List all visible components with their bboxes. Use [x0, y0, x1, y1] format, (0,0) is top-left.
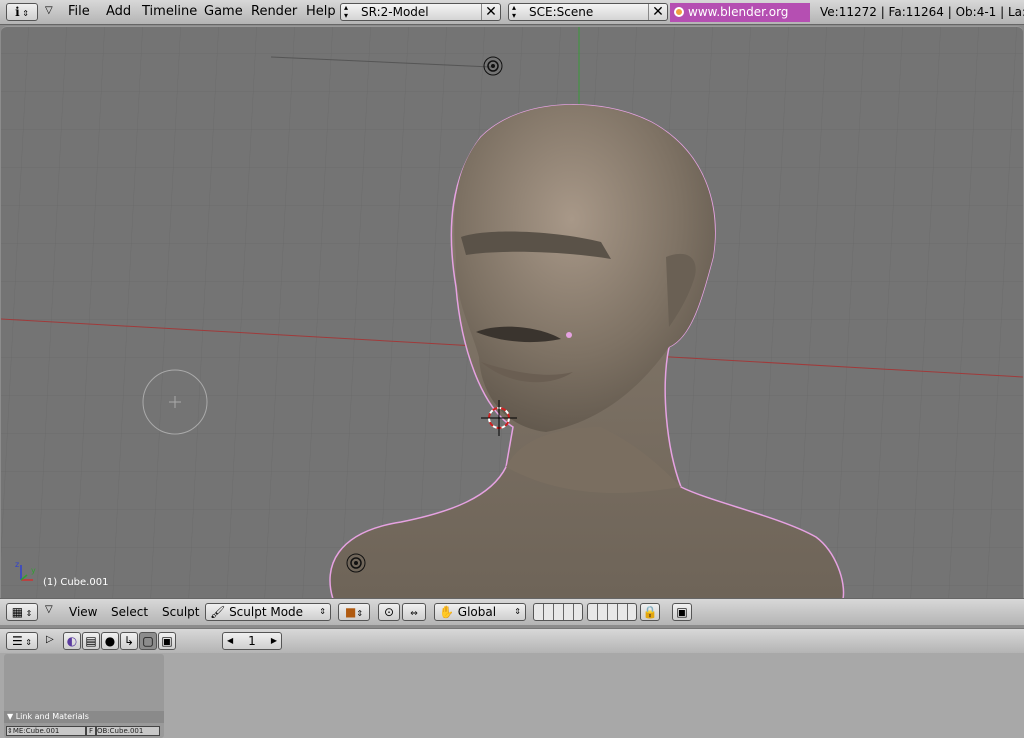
screen-selector-label: SR:2-Model — [361, 5, 429, 19]
chevron-updown-icon: ⇕ — [22, 638, 32, 647]
editing-context-button[interactable]: ▢ — [139, 632, 157, 650]
object-context-button[interactable]: ↳ — [120, 632, 138, 650]
mesh-datablock-label: ME:Cube.001 — [12, 727, 60, 735]
frame-number-field[interactable]: ◀ 1 ▶ — [222, 632, 282, 650]
lock-button[interactable]: 🔒 — [640, 603, 660, 621]
object-origin-dot — [566, 332, 572, 338]
logic-icon: ◐ — [66, 634, 78, 648]
editing-square-icon: ▢ — [142, 634, 154, 648]
3d-view-header: ▦ ⇕ ▽ View Select Sculpt 🖌 Sculpt Mode ⇕… — [0, 598, 1024, 625]
frame-number-value: 1 — [248, 634, 256, 648]
grid-icon: ▦ — [11, 605, 24, 619]
lock-icon: 🔒 — [642, 605, 658, 619]
menu-sculpt[interactable]: Sculpt — [162, 605, 199, 619]
updown-arrows-icon: ▴ ▾ — [512, 3, 517, 20]
panel-title: Link and Materials — [15, 712, 89, 721]
menu-game[interactable]: Game — [204, 4, 243, 19]
mode-selector[interactable]: 🖌 Sculpt Mode ⇕ — [205, 603, 331, 621]
mesh-datablock-field[interactable]: ⇕ME:Cube.001 — [6, 726, 86, 736]
script-icon: ▤ — [85, 634, 97, 648]
chevron-updown-icon: ⇕ — [19, 9, 29, 18]
viewport-canvas: z y — [1, 27, 1023, 599]
brush-icon: 🖌 — [210, 605, 226, 619]
layer-buttons-1[interactable] — [533, 603, 583, 621]
editor-type-button[interactable]: i ⇕ — [6, 3, 38, 21]
shading-context-button[interactable]: ● — [101, 632, 119, 650]
buttons-window-icon: ☰ — [11, 634, 23, 648]
scene-image-icon: ▣ — [161, 634, 173, 648]
image-icon: ▣ — [676, 605, 688, 619]
scene-context-button[interactable]: ▣ — [158, 632, 176, 650]
hand-icon: ✋ — [439, 605, 454, 619]
menu-select[interactable]: Select — [111, 605, 148, 619]
menu-render[interactable]: Render — [251, 4, 297, 19]
screen-selector[interactable]: ▴ ▾ SR:2-Model ✕ — [340, 3, 501, 21]
close-icon[interactable]: ✕ — [481, 4, 500, 20]
collapse-triangle-icon[interactable]: ▼ — [7, 712, 13, 721]
snap-button[interactable]: ⇔ — [402, 603, 426, 621]
snap-icon: ⇔ — [410, 609, 418, 619]
mode-selector-label: Sculpt Mode — [229, 605, 304, 619]
fake-user-label: F — [88, 727, 94, 735]
logic-context-button[interactable]: ◐ — [63, 632, 81, 650]
transform-orientation-selector[interactable]: ✋ Global ⇕ — [434, 603, 526, 621]
scene-stats: Ve:11272 | Fa:11264 | Ob:4-1 | La: — [820, 5, 1024, 19]
svg-text:z: z — [15, 560, 19, 569]
updown-arrows-icon: ▴ ▾ — [344, 3, 349, 20]
collapse-menu-icon[interactable]: ▽ — [45, 604, 53, 615]
buttons-window-header: ☰ ⇕ ▷ ◐ ▤ ● ↳ ▢ ▣ ◀ 1 ▶ — [0, 628, 1024, 653]
close-icon[interactable]: ✕ — [648, 4, 667, 20]
blender-logo-icon — [674, 7, 684, 17]
scene-selector-label: SCE:Scene — [529, 5, 594, 19]
menu-help[interactable]: Help — [306, 4, 336, 19]
svg-text:y: y — [31, 566, 36, 575]
website-link[interactable]: www.blender.org 243 — [670, 3, 810, 38]
orientation-label: Global — [457, 605, 497, 619]
object-name-field[interactable]: OB:Cube.001 — [96, 726, 160, 736]
collapse-menu-icon[interactable]: ▽ — [45, 5, 53, 16]
chevron-updown-icon: ⇕ — [356, 609, 364, 618]
pivot-icon: ⊙ — [383, 605, 395, 619]
arrow-left-icon[interactable]: ◀ — [227, 633, 233, 649]
menu-file[interactable]: File — [68, 4, 90, 19]
fake-user-button[interactable]: F — [86, 726, 96, 736]
panel-header[interactable]: ▼ Link and Materials — [4, 711, 164, 723]
object-label: (1) Cube.001 — [43, 577, 109, 588]
menu-timeline[interactable]: Timeline — [142, 4, 197, 19]
chevron-updown-icon: ⇕ — [23, 609, 33, 618]
expand-triangle-icon[interactable]: ▷ — [46, 634, 54, 645]
cube-icon: ■ — [344, 605, 357, 619]
layer-buttons-2[interactable] — [587, 603, 637, 621]
render-preview-button[interactable]: ▣ — [672, 603, 692, 621]
pivot-button[interactable]: ⊙ — [378, 603, 400, 621]
scene-selector[interactable]: ▴ ▾ SCE:Scene ✕ — [508, 3, 668, 21]
menu-add[interactable]: Add — [106, 4, 131, 19]
editor-type-button[interactable]: ☰ ⇕ — [6, 632, 38, 650]
updown-arrows-icon: ⇕ — [319, 607, 326, 616]
3d-viewport[interactable]: z y (1) Cube.001 — [1, 26, 1023, 599]
arrow-right-icon[interactable]: ▶ — [271, 633, 277, 649]
info-header: i ⇕ ▽ File Add Timeline Game Render Help… — [0, 0, 1024, 38]
editor-type-button[interactable]: ▦ ⇕ — [6, 603, 38, 621]
object-axis-icon: ↳ — [123, 634, 135, 648]
script-context-button[interactable]: ▤ — [82, 632, 100, 650]
draw-type-button[interactable]: ■⇕ — [338, 603, 370, 621]
object-name-label: OB:Cube.001 — [97, 727, 144, 735]
shading-icon: ● — [104, 634, 116, 648]
menu-view[interactable]: View — [69, 605, 97, 619]
updown-arrows-icon: ⇕ — [514, 607, 521, 616]
